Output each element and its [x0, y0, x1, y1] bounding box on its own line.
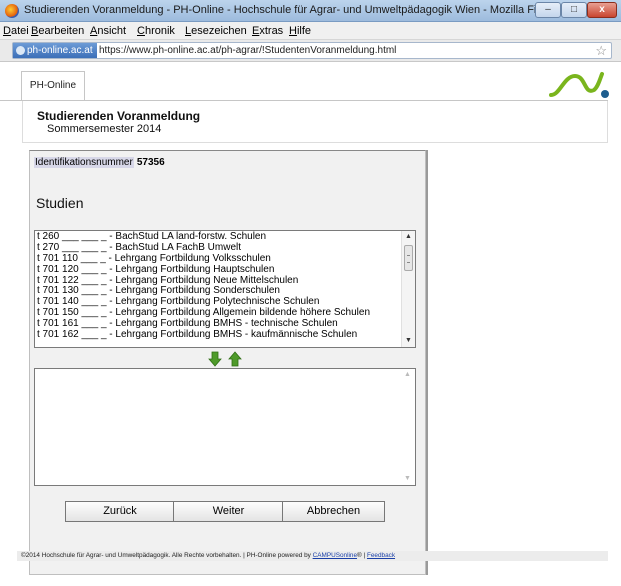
studies-scrollbar[interactable]: ▲ ▼	[401, 231, 415, 347]
menu-hilfe[interactable]: Hilfe	[289, 25, 311, 37]
list-item[interactable]: t 270 ___ ___ _ - BachStud LA FachB Umwe…	[37, 242, 401, 253]
logo-wave	[549, 72, 604, 97]
menu-ansicht[interactable]: Ansicht	[90, 25, 126, 37]
navigation-bar: ph-online.ac.at https://www.ph-online.ac…	[0, 40, 621, 62]
feedback-link[interactable]: Feedback	[367, 552, 395, 559]
list-item[interactable]: t 260 ___ ___ _ - BachStud LA land-forst…	[37, 231, 401, 242]
scroll-thumb[interactable]	[404, 245, 413, 271]
selected-studies-list[interactable]: ▲ ▼	[34, 368, 416, 486]
page-content: PH-Online Studierenden Voranmeldung Somm…	[0, 62, 621, 586]
tab-strip: PH-Online	[0, 62, 621, 102]
add-arrow-down-icon[interactable]	[208, 351, 222, 367]
menu-chronik[interactable]: Chronik	[137, 25, 175, 37]
list-item[interactable]: t 701 130 ___ _ - Lehrgang Fortbildung S…	[37, 285, 401, 297]
scroll-down-arrow-icon[interactable]: ▼	[402, 335, 415, 347]
ph-online-logo	[549, 72, 609, 98]
maximize-button[interactable]: □	[561, 2, 587, 18]
registration-panel: Identifikationsnummer 57356 Studien t 260…	[29, 150, 426, 575]
minimize-button[interactable]: –	[535, 2, 561, 18]
page-header: Studierenden Voranmeldung Sommersemester…	[22, 101, 608, 143]
window-title: Studierenden Voranmeldung - PH-Online - …	[24, 4, 561, 16]
site-identity-badge[interactable]: ph-online.ac.at	[13, 43, 97, 58]
transfer-arrows	[208, 351, 248, 367]
tab-ph-online[interactable]: PH-Online	[21, 71, 85, 101]
ident-label: Identifikationsnummer	[34, 157, 134, 168]
scroll-down-arrow-icon[interactable]: ▼	[401, 473, 414, 485]
firefox-icon	[5, 4, 19, 18]
scroll-up-arrow-icon[interactable]: ▲	[402, 231, 415, 243]
page-title: Studierenden Voranmeldung	[37, 109, 201, 123]
menu-lesezeichen[interactable]: Lesezeichen	[185, 25, 247, 37]
site-identity-label: ph-online.ac.at	[27, 45, 93, 56]
panel-divider	[426, 150, 428, 575]
campus-online-link[interactable]: CAMPUSonline	[313, 552, 357, 559]
page-footer: ©2014 Hochschule für Agrar- und Umweltpä…	[17, 551, 608, 561]
back-button[interactable]: Zurück	[65, 501, 175, 522]
list-item[interactable]: t 701 140 ___ _ - Lehrgang Fortbildung P…	[37, 296, 401, 307]
selected-scrollbar[interactable]: ▲ ▼	[401, 369, 415, 485]
remove-arrow-up-icon[interactable]	[228, 351, 242, 367]
menu-bearbeiten[interactable]: Bearbeiten	[31, 25, 84, 37]
list-item[interactable]: t 701 120 ___ _ - Lehrgang Fortbildung H…	[37, 264, 401, 275]
close-button[interactable]: x	[587, 2, 617, 18]
list-item[interactable]: t 701 162 ___ _ - Lehrgang Fortbildung B…	[37, 329, 401, 340]
menu-datei[interactable]: Datei	[3, 25, 29, 37]
study-rows: t 260 ___ ___ _ - BachStud LA land-forst…	[37, 231, 401, 340]
footer-text: ©2014 Hochschule für Agrar- und Umweltpä…	[21, 552, 313, 559]
list-item[interactable]: t 701 122 ___ _ - Lehrgang Fortbildung N…	[37, 275, 401, 286]
section-title: Studien	[36, 195, 84, 211]
cancel-button[interactable]: Abbrechen	[282, 501, 385, 522]
list-item[interactable]: t 701 110 ___ _ - Lehrgang Fortbildung V…	[37, 253, 401, 264]
window-titlebar: Studierenden Voranmeldung - PH-Online - …	[0, 0, 621, 22]
globe-icon	[16, 46, 25, 55]
scroll-up-arrow-icon[interactable]: ▲	[401, 369, 414, 381]
menu-bar: Datei Bearbeiten Ansicht Chronik Lesezei…	[0, 22, 621, 40]
bookmark-star-icon[interactable]: ☆	[595, 43, 607, 59]
logo-dot	[601, 90, 609, 98]
identification: Identifikationsnummer 57356	[34, 157, 165, 168]
url-text: https://www.ph-online.ac.at/ph-agrar/!St…	[99, 45, 397, 56]
available-studies-list[interactable]: t 260 ___ ___ _ - BachStud LA land-forst…	[34, 230, 416, 348]
page-subtitle: Sommersemester 2014	[47, 123, 162, 135]
next-button[interactable]: Weiter	[173, 501, 284, 522]
footer-reg: ® |	[357, 552, 367, 559]
list-item[interactable]: t 701 161 ___ _ - Lehrgang Fortbildung B…	[37, 318, 401, 329]
ident-value: 57356	[136, 157, 165, 168]
menu-extras[interactable]: Extras	[252, 25, 283, 37]
url-field[interactable]: ph-online.ac.at https://www.ph-online.ac…	[12, 42, 612, 59]
list-item[interactable]: t 701 150 ___ _ - Lehrgang Fortbildung A…	[37, 307, 401, 318]
